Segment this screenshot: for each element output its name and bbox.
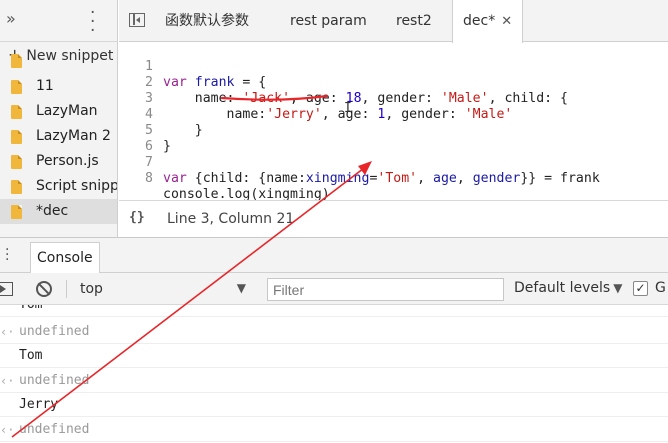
snippet-item[interactable]: LazyMan: [0, 99, 117, 124]
code-area[interactable]: 1 var frank = { 2 name: 'Jack', age: 18,…: [119, 43, 668, 202]
log-levels-dropdown[interactable]: Default levels ▼: [514, 280, 622, 296]
snippet-item[interactable]: Script snippet: [0, 174, 118, 199]
group-similar-checkbox[interactable]: ✓: [633, 281, 648, 296]
dropdown-arrow-icon: ▼: [236, 281, 246, 295]
snippet-item-label: 11: [36, 78, 54, 94]
dropdown-arrow-icon: ▼: [613, 281, 623, 295]
console-message: Tom: [0, 344, 668, 368]
execute-context-icon[interactable]: [0, 282, 13, 296]
tab-rest-param[interactable]: rest param: [290, 0, 367, 42]
close-icon[interactable]: ✕: [501, 14, 512, 29]
file-icon: [11, 205, 22, 219]
snippet-item[interactable]: Person.js: [0, 149, 117, 174]
toolbar-divider: [66, 280, 67, 298]
snippet-item[interactable]: 11: [0, 74, 117, 99]
snippet-item-selected[interactable]: *dec: [0, 199, 117, 224]
console-message: Tom: [0, 305, 668, 317]
code-line: 2 name: 'Jack', age: 18, gender: 'Male',…: [119, 59, 668, 106]
code-line: 6: [119, 123, 668, 154]
snippet-item-label: Person.js: [36, 153, 99, 169]
result-arrow-icon: ‹·: [0, 374, 15, 388]
toggle-navigator-icon[interactable]: [129, 13, 145, 27]
editor-status-bar: {} Line 3, Column 21: [119, 200, 668, 237]
console-message-text: undefined: [19, 324, 90, 339]
tab-rest2[interactable]: rest2: [396, 0, 432, 42]
snippet-item[interactable]: LazyMan 2: [0, 124, 117, 149]
group-similar-label: G: [655, 280, 666, 296]
console-result: ‹· undefined: [0, 369, 668, 393]
file-icon: [11, 105, 22, 119]
sources-navigator: » ··· +New snippet 11 LazyMan LazyMan 2 …: [0, 0, 118, 237]
result-arrow-icon: ‹·: [0, 423, 15, 437]
file-icon: [11, 80, 22, 94]
snippet-item-partial[interactable]: [0, 54, 117, 74]
code-line: 1 var frank = {: [119, 43, 668, 90]
chevron-double-right-icon[interactable]: »: [6, 9, 16, 28]
console-message-text: Jerry: [19, 397, 59, 412]
console-result: ‹· undefined: [0, 418, 668, 442]
console-message-text: undefined: [19, 373, 90, 388]
console-message-text: Tom: [19, 305, 42, 317]
code-line: 8 console.log(xingming): [119, 155, 668, 202]
snippet-item-label: LazyMan: [36, 103, 98, 119]
code-editor: 函数默认参数 rest param rest2 dec* ✕ 1 var fran…: [119, 0, 668, 237]
context-label: top: [80, 281, 103, 297]
tab-function-default-params[interactable]: 函数默认参数: [165, 0, 249, 42]
file-icon: [11, 130, 22, 144]
console-toolbar: top ▼ Default levels▼ ✓ G: [0, 273, 668, 305]
console-message-text: undefined: [19, 422, 90, 437]
more-vertical-icon[interactable]: · · ·: [90, 5, 95, 40]
console-result: ‹· undefined: [0, 320, 668, 344]
navigator-header: » · · ·: [0, 0, 117, 42]
file-icon: [11, 54, 22, 68]
snippet-list: 11 LazyMan LazyMan 2 Person.js Script sn…: [0, 54, 118, 224]
code-line: 5 }: [119, 107, 668, 154]
console-message-text: Tom: [19, 348, 43, 363]
code-line: 4 }: [119, 91, 668, 138]
file-icon: [11, 155, 22, 169]
code-text: var {child: {name:xingming='Tom', age, g…: [163, 171, 600, 186]
result-arrow-icon: ‹·: [0, 325, 15, 339]
console-message: Jerry: [0, 393, 668, 417]
text-cursor-icon: I: [344, 101, 352, 116]
editor-tab-bar: 函数默认参数 rest param rest2 dec* ✕: [119, 0, 668, 43]
tab-dec-label: dec*: [463, 13, 496, 29]
console-messages: Tom ‹· undefined Tom ‹· undefined Jerry …: [0, 305, 668, 443]
cursor-position: Line 3, Column 21: [167, 211, 295, 227]
log-levels-label: Default levels: [514, 280, 611, 296]
snippet-item-label: LazyMan 2: [36, 128, 111, 144]
drawer-tab-bar: · · · Console: [0, 237, 668, 273]
snippet-item-label: Script snippet: [36, 178, 118, 194]
pretty-print-button[interactable]: {}: [129, 210, 145, 225]
tab-console[interactable]: Console: [30, 242, 100, 273]
context-selector[interactable]: top ▼: [80, 281, 246, 299]
clear-console-icon[interactable]: [36, 281, 52, 297]
code-line: 7 var {child: {name:xingming='Tom', age,…: [119, 139, 668, 186]
filter-input[interactable]: [267, 278, 504, 301]
file-icon: [11, 180, 22, 194]
snippet-item-label: *dec: [36, 203, 69, 219]
tab-dec[interactable]: dec* ✕: [452, 0, 524, 43]
line-number: 8: [145, 171, 153, 186]
more-vertical-icon[interactable]: · · ·: [5, 243, 9, 267]
code-line: 3 name:'Jerry', age: 1, gender: 'Male': [119, 75, 668, 122]
